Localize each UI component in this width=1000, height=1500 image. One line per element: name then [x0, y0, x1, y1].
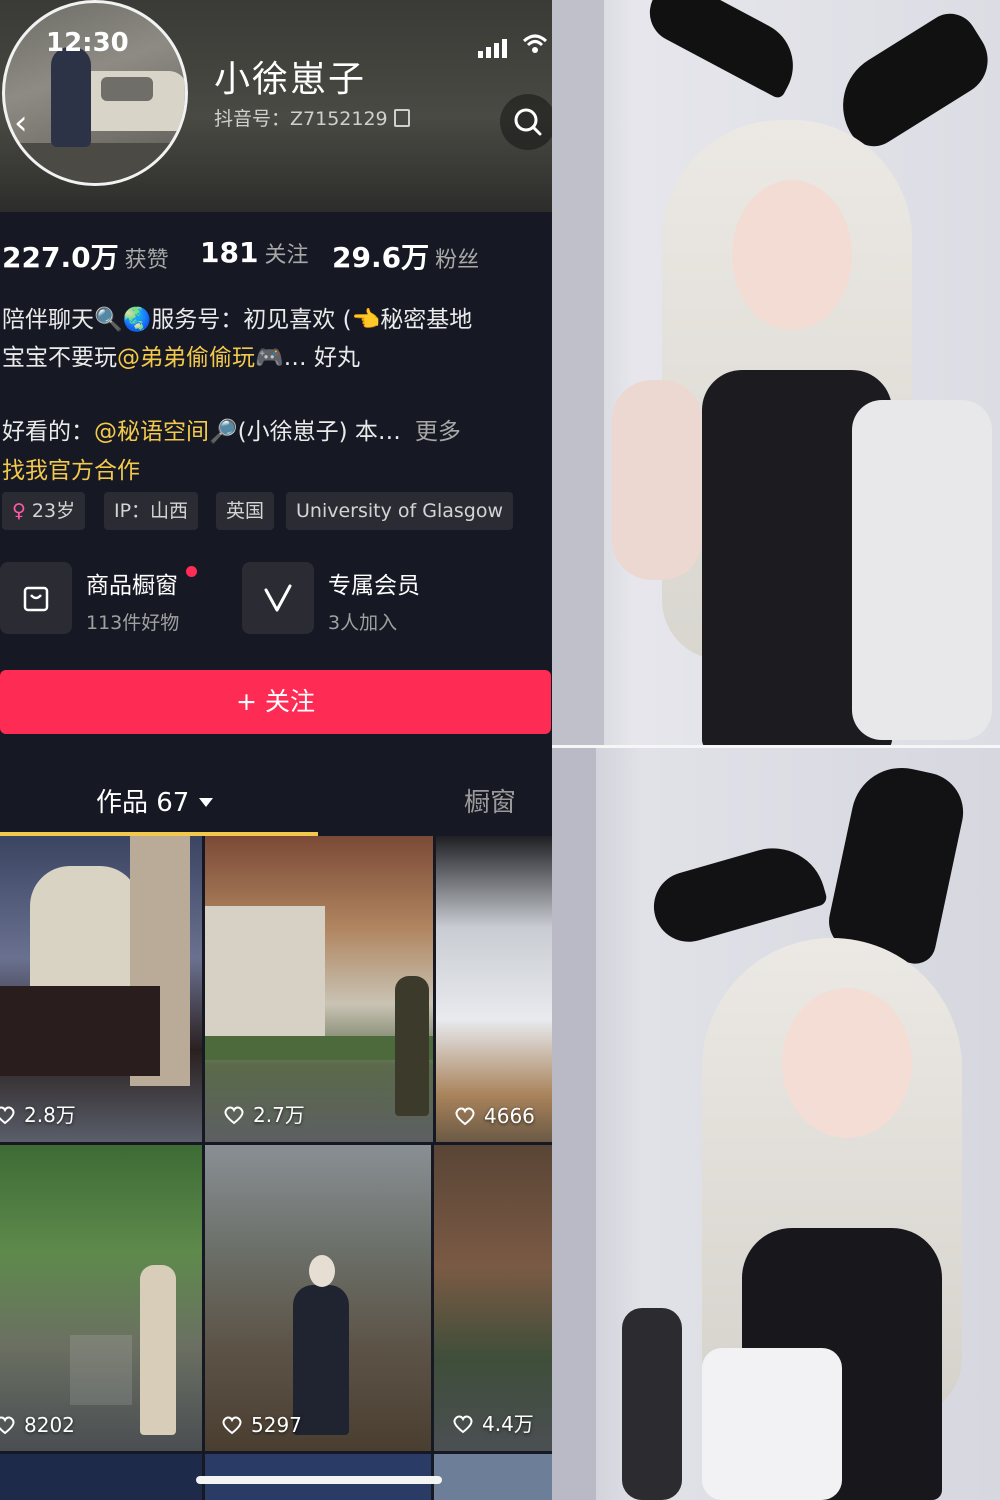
stat-followers-label: 粉丝 — [435, 248, 480, 273]
video-thumbnail[interactable]: 4.4万 — [434, 1145, 552, 1451]
avatar-car-window — [101, 77, 153, 101]
profile-stats: 227.0万 获赞 181 关注 29.6万 粉丝 — [0, 236, 552, 280]
like-count: 2.7万 — [223, 1099, 305, 1128]
profile-screen: 12:30 ‹ 小徐崽子 抖音号：Z7152129 227.0万 获赞 181 关注… — [0, 0, 552, 1500]
notification-dot — [186, 566, 197, 577]
like-count-text: 2.7万 — [253, 1103, 305, 1127]
stat-followers[interactable]: 29.6万 粉丝 — [332, 236, 479, 276]
tag-country: 英国 — [216, 492, 275, 530]
bio-line-3-suffix: 🔎(小徐崽子) 本… — [209, 419, 401, 445]
stat-likes-label: 获赞 — [124, 248, 169, 273]
membership-icon-box — [242, 562, 314, 634]
bio-more-link[interactable]: 更多 — [415, 419, 461, 445]
like-count-text: 8202 — [24, 1413, 75, 1437]
like-count-text: 5297 — [251, 1413, 302, 1437]
bio-mention-2[interactable]: @秘语空间 — [94, 419, 209, 445]
video-thumbnail[interactable]: 4666 — [436, 836, 552, 1142]
tab-shop-window[interactable]: 橱窗 — [464, 782, 516, 819]
tab-works-label: 作品 67 — [96, 788, 190, 818]
bio-line-2: 宝宝不要玩@弟弟偷偷玩🎮… 好丸 — [2, 338, 360, 372]
copy-icon[interactable] — [393, 109, 410, 127]
tag-age-text: 23岁 — [31, 500, 76, 522]
heart-icon — [455, 1107, 475, 1126]
photo-panel — [552, 0, 1000, 1500]
video-thumbnail[interactable] — [434, 1454, 552, 1500]
bio-line-3: 好看的：@秘语空间🔎(小徐崽子) 本… 更多 — [2, 412, 461, 446]
photo-top — [552, 0, 1000, 745]
tab-works[interactable]: 作品 67 — [96, 782, 214, 819]
profile-name: 小徐崽子 — [214, 59, 367, 100]
search-icon — [514, 108, 542, 136]
heart-icon — [453, 1415, 473, 1434]
stat-following[interactable]: 181 关注 — [200, 236, 308, 269]
like-count: 8202 — [0, 1413, 75, 1437]
stat-following-value: 181 — [200, 236, 259, 269]
membership-count: 3人加入 — [328, 612, 398, 634]
douyin-id-text: 抖音号：Z7152129 — [214, 108, 388, 130]
stat-following-label: 关注 — [264, 243, 309, 268]
video-grid: 2.8万 2.7万 4666 8202 5297 4.4万 — [0, 836, 552, 1500]
douyin-id[interactable]: 抖音号：Z7152129 — [214, 104, 410, 131]
heart-icon — [224, 1106, 244, 1125]
video-thumbnail[interactable]: 2.7万 — [205, 836, 433, 1142]
like-count: 4.4万 — [452, 1408, 534, 1437]
bio-line-1: 陪伴聊天🔍🌏服务号：初见喜欢 (👈秘密基地 — [2, 307, 473, 333]
female-icon: ♀ — [12, 500, 26, 522]
video-thumbnail[interactable]: 5297 — [205, 1145, 431, 1451]
heart-icon — [0, 1416, 15, 1435]
tag-ip: IP：山西 — [104, 492, 199, 530]
shop-window-title: 商品橱窗 — [86, 573, 178, 599]
shopping-bag-icon — [23, 586, 49, 612]
heart-icon — [0, 1106, 15, 1125]
avatar-person — [51, 47, 91, 147]
heart-icon — [222, 1416, 242, 1435]
search-button[interactable] — [500, 94, 552, 150]
avatar-ground — [5, 143, 185, 183]
stat-likes[interactable]: 227.0万 获赞 — [2, 236, 169, 276]
bio-line-2-suffix: 🎮… 好丸 — [255, 345, 360, 371]
video-thumbnail[interactable] — [0, 1454, 202, 1500]
video-thumbnail[interactable]: 8202 — [0, 1145, 202, 1451]
home-indicator[interactable] — [196, 1476, 442, 1484]
profile-header: 12:30 ‹ 小徐崽子 抖音号：Z7152129 — [0, 0, 552, 212]
bio-mention-1[interactable]: @弟弟偷偷玩 — [117, 345, 255, 371]
like-count-text: 4.4万 — [482, 1412, 534, 1436]
like-count: 2.8万 — [0, 1099, 76, 1128]
like-count: 5297 — [221, 1413, 302, 1437]
tag-school: University of Glasgow — [286, 492, 514, 530]
caret-down-icon — [199, 798, 214, 807]
shop-bag-icon-box — [0, 562, 72, 634]
membership-entry[interactable]: 专属会员 3人加入 — [242, 562, 462, 634]
stat-followers-value: 29.6万 — [332, 241, 430, 274]
follow-button[interactable]: + 关注 — [0, 670, 551, 734]
wifi-icon — [522, 34, 548, 53]
video-thumbnail[interactable]: 2.8万 — [0, 836, 202, 1142]
like-count-text: 2.8万 — [24, 1103, 76, 1127]
tag-age: ♀ 23岁 — [2, 492, 86, 530]
official-cooperation-link[interactable]: 找我官方合作 — [2, 451, 140, 485]
membership-title: 专属会员 — [328, 573, 420, 599]
status-time: 12:30 — [46, 28, 129, 58]
signal-icon — [478, 36, 514, 58]
back-icon[interactable]: ‹ — [14, 106, 44, 140]
bio-line-2-prefix: 宝宝不要玩 — [2, 345, 117, 371]
shop-window-count: 113件好物 — [86, 612, 180, 634]
membership-v-icon — [264, 584, 292, 612]
bio-line-3-prefix: 好看的： — [2, 419, 94, 445]
like-count-text: 4666 — [484, 1104, 535, 1128]
stat-likes-value: 227.0万 — [2, 241, 119, 274]
content-tabs: 作品 67 橱窗 — [0, 772, 552, 836]
shop-window-entry[interactable]: 商品橱窗 113件好物 — [0, 562, 220, 634]
like-count: 4666 — [454, 1104, 535, 1128]
photo-bottom — [552, 748, 1000, 1500]
